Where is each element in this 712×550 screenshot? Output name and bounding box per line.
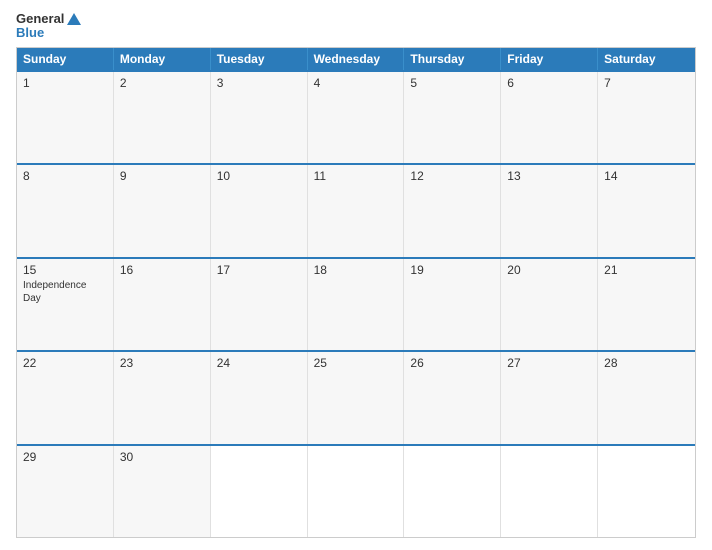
cal-cell-4-4: 25 bbox=[308, 352, 405, 443]
cal-cell-1-7: 7 bbox=[598, 72, 695, 163]
cal-cell-3-1: 15 Independence Day bbox=[17, 259, 114, 350]
cal-cell-2-3: 10 bbox=[211, 165, 308, 256]
day-number: 4 bbox=[314, 76, 398, 90]
day-number: 19 bbox=[410, 263, 494, 277]
day-number: 23 bbox=[120, 356, 204, 370]
cal-cell-1-3: 3 bbox=[211, 72, 308, 163]
cal-cell-2-7: 14 bbox=[598, 165, 695, 256]
day-number: 9 bbox=[120, 169, 204, 183]
day-number: 5 bbox=[410, 76, 494, 90]
cal-cell-1-5: 5 bbox=[404, 72, 501, 163]
day-number: 11 bbox=[314, 169, 398, 183]
day-number: 12 bbox=[410, 169, 494, 183]
cal-cell-4-1: 22 bbox=[17, 352, 114, 443]
cal-cell-3-7: 21 bbox=[598, 259, 695, 350]
cal-cell-4-6: 27 bbox=[501, 352, 598, 443]
calendar-page: General Blue Sunday Monday Tuesday Wedne… bbox=[0, 0, 712, 550]
cal-cell-2-1: 8 bbox=[17, 165, 114, 256]
cal-cell-5-2: 30 bbox=[114, 446, 211, 537]
cal-cell-1-6: 6 bbox=[501, 72, 598, 163]
holiday-label: Independence Day bbox=[23, 279, 107, 305]
weekday-monday: Monday bbox=[114, 48, 211, 70]
cal-cell-5-6 bbox=[501, 446, 598, 537]
day-number: 15 bbox=[23, 263, 107, 277]
day-number: 21 bbox=[604, 263, 689, 277]
cal-cell-3-4: 18 bbox=[308, 259, 405, 350]
cal-cell-4-3: 24 bbox=[211, 352, 308, 443]
day-number: 14 bbox=[604, 169, 689, 183]
weekday-header-row: Sunday Monday Tuesday Wednesday Thursday… bbox=[17, 48, 695, 70]
day-number: 2 bbox=[120, 76, 204, 90]
cal-cell-4-7: 28 bbox=[598, 352, 695, 443]
day-number: 6 bbox=[507, 76, 591, 90]
cal-cell-4-5: 26 bbox=[404, 352, 501, 443]
day-number: 13 bbox=[507, 169, 591, 183]
weekday-wednesday: Wednesday bbox=[308, 48, 405, 70]
week-row-3: 15 Independence Day 16 17 18 19 20 21 bbox=[17, 257, 695, 350]
week-row-4: 22 23 24 25 26 27 28 bbox=[17, 350, 695, 443]
calendar-header: General Blue bbox=[16, 12, 696, 41]
day-number: 20 bbox=[507, 263, 591, 277]
cal-cell-1-2: 2 bbox=[114, 72, 211, 163]
week-row-1: 1234567 bbox=[17, 70, 695, 163]
cal-cell-5-7 bbox=[598, 446, 695, 537]
day-number: 8 bbox=[23, 169, 107, 183]
day-number: 22 bbox=[23, 356, 107, 370]
cal-cell-5-1: 29 bbox=[17, 446, 114, 537]
cal-cell-1-1: 1 bbox=[17, 72, 114, 163]
day-number: 17 bbox=[217, 263, 301, 277]
cal-cell-3-5: 19 bbox=[404, 259, 501, 350]
day-number: 30 bbox=[120, 450, 204, 464]
cal-cell-3-6: 20 bbox=[501, 259, 598, 350]
day-number: 26 bbox=[410, 356, 494, 370]
logo-blue-text: Blue bbox=[16, 26, 44, 40]
weekday-tuesday: Tuesday bbox=[211, 48, 308, 70]
logo: General Blue bbox=[16, 12, 81, 41]
weekday-sunday: Sunday bbox=[17, 48, 114, 70]
day-number: 28 bbox=[604, 356, 689, 370]
cal-cell-5-3 bbox=[211, 446, 308, 537]
logo-general-text: General bbox=[16, 12, 81, 26]
cal-cell-5-5 bbox=[404, 446, 501, 537]
weekday-friday: Friday bbox=[501, 48, 598, 70]
day-number: 10 bbox=[217, 169, 301, 183]
day-number: 1 bbox=[23, 76, 107, 90]
week-row-5: 29 30 bbox=[17, 444, 695, 537]
day-number: 18 bbox=[314, 263, 398, 277]
weekday-saturday: Saturday bbox=[598, 48, 695, 70]
day-number: 3 bbox=[217, 76, 301, 90]
cal-cell-3-2: 16 bbox=[114, 259, 211, 350]
calendar-grid: Sunday Monday Tuesday Wednesday Thursday… bbox=[16, 47, 696, 538]
cal-cell-2-2: 9 bbox=[114, 165, 211, 256]
week-row-2: 89 10 11 12 13 14 bbox=[17, 163, 695, 256]
day-number: 16 bbox=[120, 263, 204, 277]
day-number: 29 bbox=[23, 450, 107, 464]
calendar-body: 123456789101112131415Independence Day161… bbox=[17, 70, 695, 537]
day-number: 7 bbox=[604, 76, 689, 90]
day-number: 27 bbox=[507, 356, 591, 370]
cal-cell-4-2: 23 bbox=[114, 352, 211, 443]
day-number: 24 bbox=[217, 356, 301, 370]
cal-cell-3-3: 17 bbox=[211, 259, 308, 350]
weekday-thursday: Thursday bbox=[404, 48, 501, 70]
day-number: 25 bbox=[314, 356, 398, 370]
cal-cell-2-4: 11 bbox=[308, 165, 405, 256]
cal-cell-2-5: 12 bbox=[404, 165, 501, 256]
cal-cell-2-6: 13 bbox=[501, 165, 598, 256]
cal-cell-1-4: 4 bbox=[308, 72, 405, 163]
logo-triangle-icon bbox=[67, 13, 81, 25]
cal-cell-5-4 bbox=[308, 446, 405, 537]
